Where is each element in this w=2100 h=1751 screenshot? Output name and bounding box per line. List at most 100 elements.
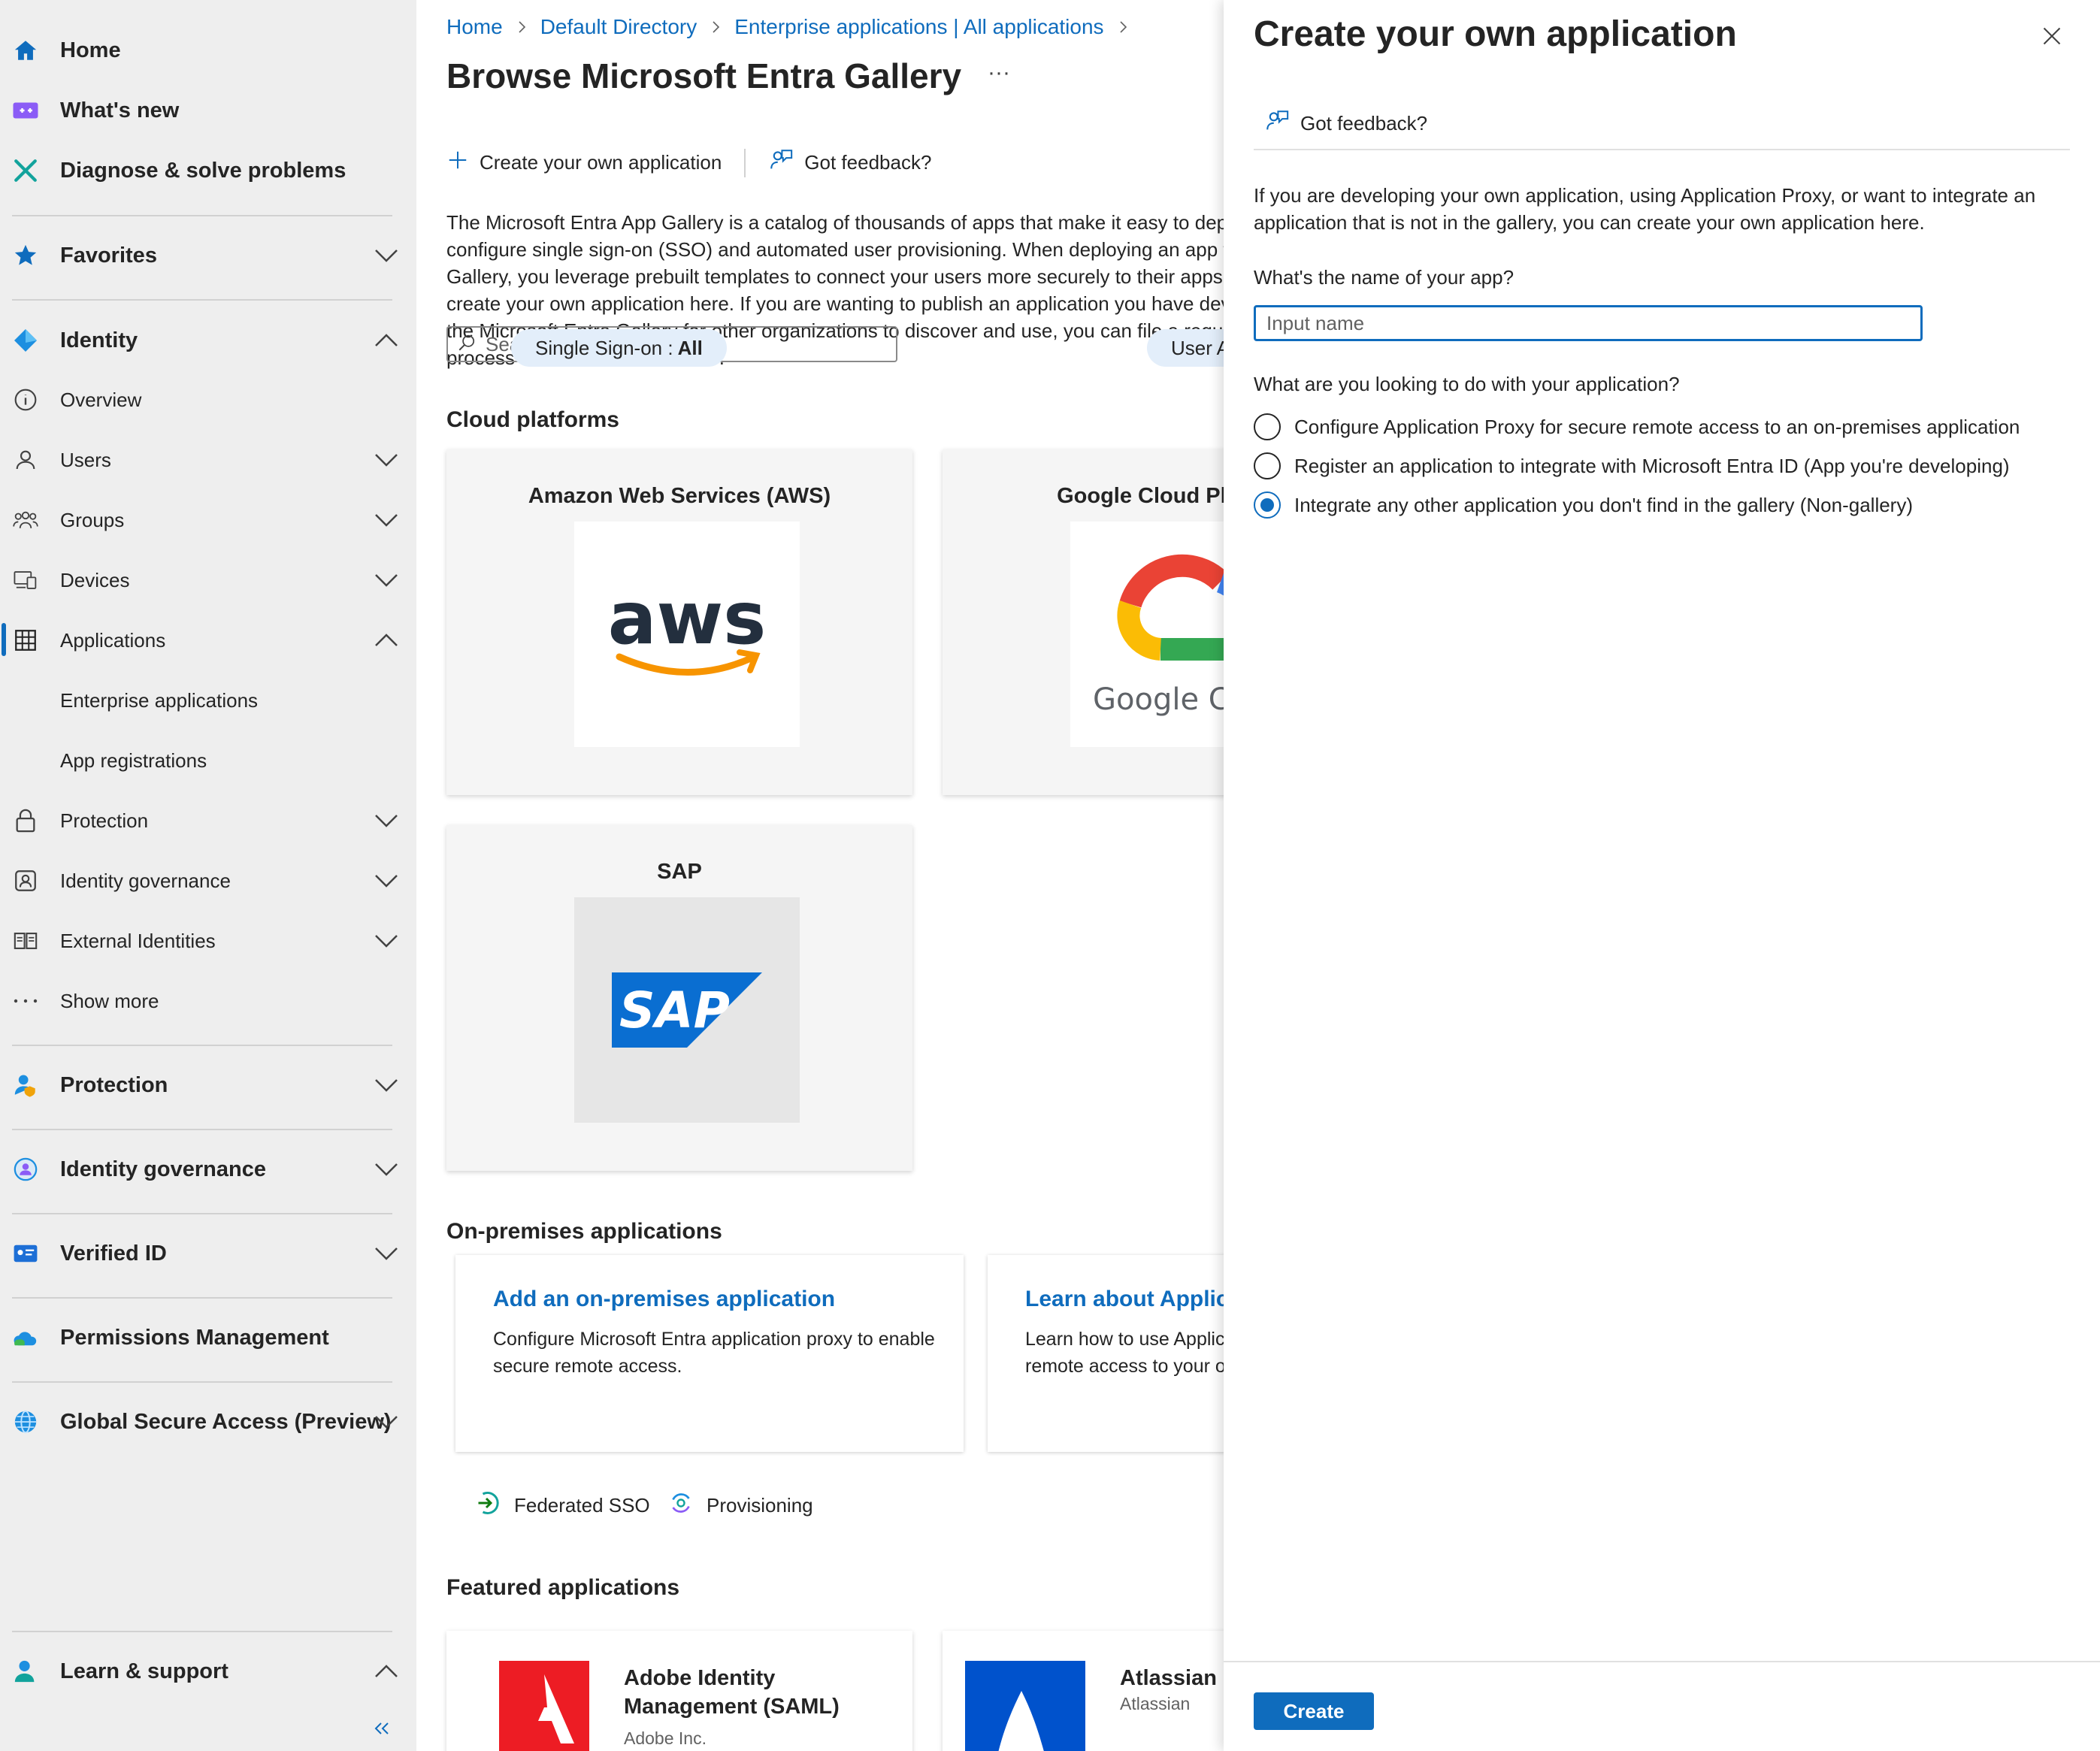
nav-permissions-management[interactable]: Permissions Management [0,1311,416,1364]
nav-learn-support[interactable]: Learn & support [0,1645,416,1698]
learn-app-proxy-link[interactable]: Learn about Application Proxy [1025,1287,1224,1312]
breadcrumb-enterprise-applications[interactable]: Enterprise applications | All applicatio… [734,15,1103,39]
got-feedback-button[interactable]: Got feedback? [768,147,931,178]
chevron-down-icon[interactable] [371,1070,401,1100]
chevron-down-icon[interactable] [371,565,401,595]
nav-users[interactable]: Users [0,434,416,486]
governance-icon [11,866,41,896]
google-cloud-logo: Google Cloud [1070,522,1224,747]
nav-identity-governance[interactable]: Identity governance [0,1143,416,1196]
panel-divider [1254,149,2070,150]
lock-icon [11,806,41,836]
chevron-down-icon[interactable] [371,806,401,836]
nav-identity[interactable]: Identity [0,314,416,367]
nav-protection-sub[interactable]: Protection [0,794,416,847]
breadcrumb-directory[interactable]: Default Directory [540,15,697,39]
whats-new-icon [11,95,41,126]
nav-whats-new[interactable]: What's new [0,84,416,137]
chevron-down-icon[interactable] [371,866,401,896]
nav-overview[interactable]: Overview [0,373,416,426]
chevron-right-icon [1116,20,1130,34]
radio-button-selected[interactable] [1254,491,1281,519]
nav-divider [12,299,392,301]
page-title: Browse Microsoft Entra Gallery [446,56,962,95]
chevron-right-icon [709,20,722,34]
plus-icon [446,149,469,177]
create-button[interactable]: Create [1254,1692,1374,1730]
add-on-premises-link[interactable]: Add an on-premises application [493,1287,835,1312]
nav-diagnose-label: Diagnose & solve problems [60,158,346,183]
nav-groups[interactable]: Groups [0,494,416,546]
chevron-right-icon [515,20,528,34]
chevron-down-icon[interactable] [371,926,401,956]
option-register-app[interactable]: Register an application to integrate wit… [1254,452,2010,479]
nav-home-label: Home [60,38,121,62]
nav-home[interactable]: Home [0,24,416,77]
google-cloud-card[interactable]: Google Cloud Platform Google Cloud [943,449,1224,795]
purpose-label: What are you looking to do with your app… [1254,373,1680,395]
nav-external-identities[interactable]: External Identities [0,915,416,967]
nav-favorites[interactable]: Favorites [0,229,416,282]
chevron-up-icon[interactable] [371,325,401,355]
nav-app-registrations-label: App registrations [60,748,207,772]
nav-identity-governance-sub[interactable]: Identity governance [0,854,416,907]
user-icon [11,445,41,475]
nav-verified-id[interactable]: Verified ID [0,1227,416,1280]
breadcrumb-home[interactable]: Home [446,15,503,39]
chevron-down-icon[interactable] [371,505,401,535]
panel-footer-divider [1224,1661,2100,1662]
feedback-icon [768,147,794,178]
nav-enterprise-applications[interactable]: Enterprise applications [0,674,416,727]
chevron-down-icon[interactable] [371,1407,401,1437]
nav-diagnose[interactable]: Diagnose & solve problems [0,144,416,197]
verified-id-icon [11,1238,41,1269]
nav-protection-sub-label: Protection [60,809,149,832]
nav-enterprise-applications-label: Enterprise applications [60,688,259,712]
option-non-gallery[interactable]: Integrate any other application you don'… [1254,491,1913,519]
nav-app-registrations[interactable]: App registrations [0,734,416,787]
collapse-sidebar-icon[interactable] [367,1713,397,1743]
create-own-application-button[interactable]: Create your own application [446,149,722,177]
nav-devices[interactable]: Devices [0,554,416,606]
got-feedback-label: Got feedback? [804,151,932,174]
cloud-permissions-icon [11,1323,41,1353]
nav-verified-id-label: Verified ID [60,1241,167,1266]
nav-global-secure-access[interactable]: Global Secure Access (Preview) [0,1396,416,1448]
chevron-up-icon[interactable] [371,1656,401,1686]
star-icon [11,240,41,271]
close-icon[interactable] [2035,20,2068,53]
panel-feedback-label: Got feedback? [1300,112,1428,135]
learn-app-proxy-card[interactable]: Learn about Application Proxy Learn how … [988,1255,1224,1452]
chevron-down-icon[interactable] [371,1154,401,1184]
aws-logo-text: aws [608,576,767,661]
toolbar-separator [744,148,746,177]
option-app-proxy[interactable]: Configure Application Proxy for secure r… [1254,413,2020,440]
more-options-icon[interactable]: ··· [988,60,1010,86]
single-sign-on-filter[interactable]: Single Sign-on : All [511,329,727,367]
chevron-down-icon[interactable] [371,1238,401,1269]
panel-feedback-button[interactable]: Got feedback? [1264,108,1427,139]
sap-card[interactable]: SAP SAP [446,825,912,1171]
radio-button[interactable] [1254,452,1281,479]
user-account-management-filter[interactable]: User Account Management : All [1147,329,1224,367]
atlassian-logo [965,1661,1085,1751]
nav-show-more[interactable]: Show more [0,975,416,1027]
atlassian-app-card[interactable]: Atlassian Cloud Atlassian [943,1631,1224,1751]
app-name-input[interactable] [1254,305,1923,341]
chevron-down-icon[interactable] [371,240,401,271]
nav-permissions-management-label: Permissions Management [60,1325,329,1350]
chevron-down-icon[interactable] [371,445,401,475]
add-on-premises-card[interactable]: Add an on-premises application Configure… [455,1255,964,1452]
nav-protection[interactable]: Protection [0,1059,416,1111]
aws-card[interactable]: Amazon Web Services (AWS) aws [446,449,912,795]
chevron-up-icon[interactable] [371,625,401,655]
radio-button[interactable] [1254,413,1281,440]
ellipsis-icon [11,986,41,1016]
info-icon [11,385,41,415]
nav-groups-label: Groups [60,508,125,531]
adobe-app-card[interactable]: Adobe Identity Management (SAML) Adobe I… [446,1631,912,1751]
option-app-proxy-label: Configure Application Proxy for secure r… [1294,415,2020,438]
nav-users-label: Users [60,448,111,471]
nav-applications[interactable]: Applications [0,614,416,667]
user-filter-label: User Account Management : All [1171,336,1224,359]
